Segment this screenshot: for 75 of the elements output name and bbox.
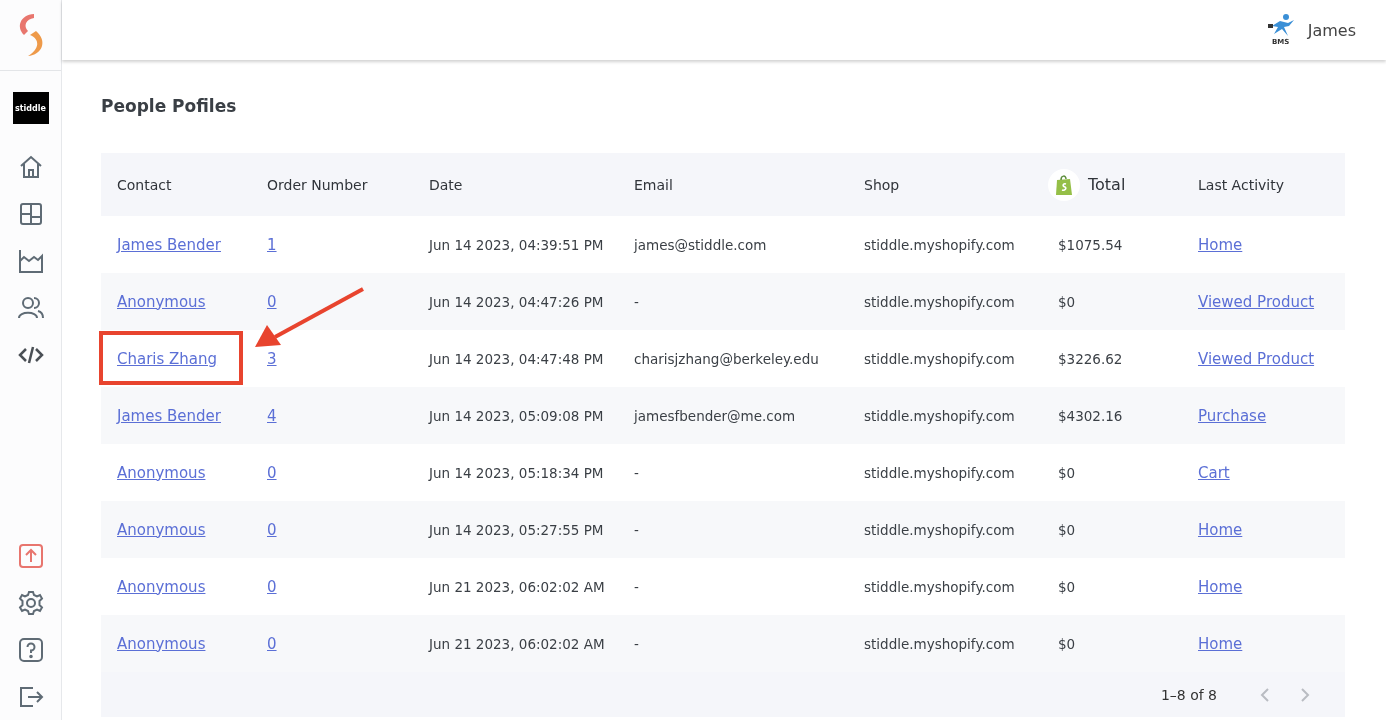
email-cell: charisjzhang@berkeley.edu bbox=[634, 350, 819, 367]
contact-link[interactable]: Anonymous bbox=[117, 463, 206, 482]
date-cell: Jun 21 2023, 06:02:02 AM bbox=[429, 635, 605, 652]
date-cell: Jun 14 2023, 04:47:48 PM bbox=[429, 350, 604, 367]
chart-icon[interactable] bbox=[17, 248, 44, 274]
total-cell: $0 bbox=[1058, 578, 1076, 595]
shop-cell: stiddle.myshopify.com bbox=[864, 293, 1015, 310]
date-cell: Jun 14 2023, 05:27:55 PM bbox=[429, 521, 604, 538]
total-cell: $4302.16 bbox=[1058, 407, 1123, 424]
total-cell: $0 bbox=[1058, 464, 1076, 481]
column-header: Email bbox=[634, 176, 673, 193]
total-cell: $0 bbox=[1058, 293, 1076, 310]
email-cell: jamesfbender@me.com bbox=[634, 407, 796, 424]
activity-link[interactable]: Home bbox=[1198, 235, 1243, 254]
shop-cell: stiddle.myshopify.com bbox=[864, 578, 1015, 595]
email-cell: - bbox=[634, 464, 639, 481]
contact-link[interactable]: James Bender bbox=[117, 406, 221, 425]
order-link[interactable]: 0 bbox=[267, 634, 277, 653]
email-cell: - bbox=[634, 635, 639, 652]
date-cell: Jun 14 2023, 05:18:34 PM bbox=[429, 464, 604, 481]
total-cell: $0 bbox=[1058, 635, 1076, 652]
upload-icon[interactable] bbox=[17, 543, 44, 569]
total-cell: $0 bbox=[1058, 521, 1076, 538]
logout-icon[interactable] bbox=[17, 684, 44, 710]
contact-link[interactable]: Charis Zhang bbox=[117, 349, 218, 368]
activity-link[interactable]: Home bbox=[1198, 577, 1243, 596]
column-header: Total bbox=[1088, 175, 1126, 194]
email-cell: - bbox=[634, 578, 639, 595]
help-icon[interactable] bbox=[17, 637, 44, 663]
workspace-logo[interactable]: stiddle bbox=[12, 92, 49, 124]
order-link[interactable]: 3 bbox=[267, 349, 277, 368]
column-header: Shop bbox=[864, 176, 900, 193]
page-range: 1–8 of 8 bbox=[1160, 686, 1217, 703]
order-link[interactable]: 0 bbox=[267, 577, 277, 596]
settings-icon[interactable] bbox=[17, 590, 44, 616]
shop-cell: stiddle.myshopify.com bbox=[864, 464, 1015, 481]
contact-link[interactable]: Anonymous bbox=[117, 634, 206, 653]
dashboard-icon[interactable] bbox=[17, 201, 44, 227]
date-cell: Jun 14 2023, 04:39:51 PM bbox=[429, 236, 604, 253]
date-cell: Jun 21 2023, 06:02:02 AM bbox=[429, 578, 605, 595]
contact-link[interactable]: Anonymous bbox=[117, 292, 206, 311]
activity-link[interactable]: Viewed Product bbox=[1198, 292, 1315, 311]
date-cell: Jun 14 2023, 04:47:26 PM bbox=[429, 293, 604, 310]
order-link[interactable]: 4 bbox=[267, 406, 277, 425]
column-header: Order Number bbox=[267, 176, 368, 193]
shop-cell: stiddle.myshopify.com bbox=[864, 407, 1015, 424]
shopping-bag-icon bbox=[1048, 168, 1080, 201]
page-title: People Pofiles bbox=[101, 96, 238, 116]
total-cell: $3226.62 bbox=[1058, 350, 1123, 367]
contact-link[interactable]: Anonymous bbox=[117, 520, 206, 539]
order-link[interactable]: 0 bbox=[267, 520, 277, 539]
contact-link[interactable]: James Bender bbox=[117, 235, 221, 254]
column-header: Last Activity bbox=[1198, 176, 1284, 193]
email-cell: - bbox=[634, 293, 639, 310]
activity-link[interactable]: Viewed Product bbox=[1198, 349, 1315, 368]
activity-link[interactable]: Cart bbox=[1198, 463, 1230, 482]
email-cell: - bbox=[634, 521, 639, 538]
activity-link[interactable]: Home bbox=[1198, 520, 1243, 539]
order-link[interactable]: 0 bbox=[267, 463, 277, 482]
activity-link[interactable]: Purchase bbox=[1198, 406, 1267, 425]
column-header: Contact bbox=[117, 176, 172, 193]
order-link[interactable]: 1 bbox=[267, 235, 277, 254]
user-name[interactable]: James bbox=[1307, 20, 1356, 40]
people-icon[interactable] bbox=[17, 295, 44, 321]
order-link[interactable]: 0 bbox=[267, 292, 277, 311]
shop-cell: stiddle.myshopify.com bbox=[864, 236, 1015, 253]
activity-link[interactable]: Home bbox=[1198, 634, 1243, 653]
date-cell: Jun 14 2023, 05:09:08 PM bbox=[429, 407, 604, 424]
column-header: Date bbox=[429, 176, 463, 193]
shop-cell: stiddle.myshopify.com bbox=[864, 635, 1015, 652]
email-cell: james@stiddle.com bbox=[634, 236, 767, 253]
shop-cell: stiddle.myshopify.com bbox=[864, 350, 1015, 367]
contact-link[interactable]: Anonymous bbox=[117, 577, 206, 596]
total-cell: $1075.54 bbox=[1058, 236, 1123, 253]
shop-cell: stiddle.myshopify.com bbox=[864, 521, 1015, 538]
